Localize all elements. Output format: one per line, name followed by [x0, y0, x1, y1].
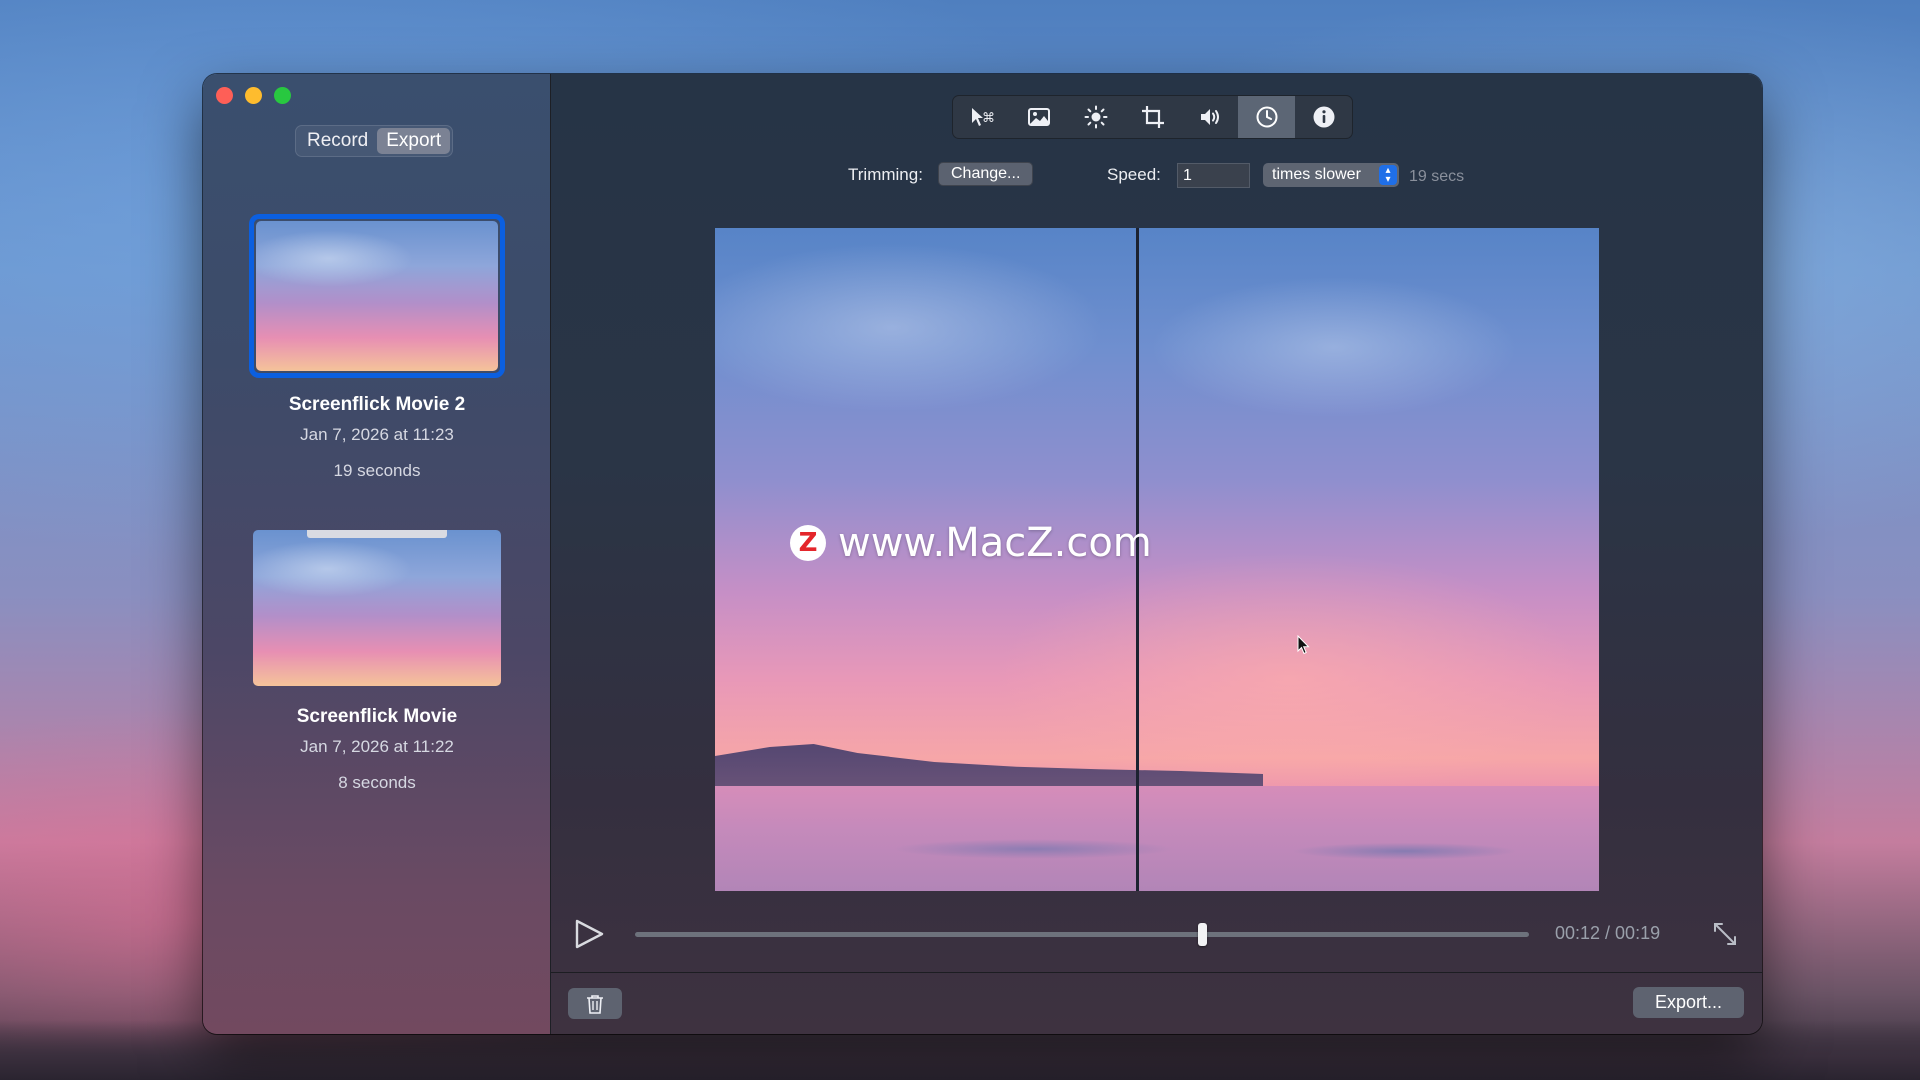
effects-toolbar: ⌘ — [952, 95, 1353, 139]
record-tab[interactable]: Record — [298, 128, 377, 154]
volume-icon[interactable] — [1181, 96, 1238, 138]
trash-icon — [587, 994, 603, 1014]
svg-text:⌘: ⌘ — [982, 111, 994, 126]
play-icon[interactable] — [573, 918, 605, 950]
editor-pane: ⌘ Trimming: Change... Speed: 1 times slo… — [551, 74, 1762, 1034]
watermark-logo: Z — [790, 525, 826, 561]
watermark: Z www.MacZ.com — [790, 520, 1152, 566]
watermark-text: www.MacZ.com — [838, 520, 1152, 566]
movie-duration: 8 seconds — [338, 773, 416, 792]
speed-label: Speed: — [1107, 165, 1161, 184]
scrubber-handle[interactable] — [1197, 923, 1207, 946]
movie-thumbnail-frame[interactable] — [249, 526, 505, 690]
movie-thumbnail — [256, 221, 498, 371]
close-window-button[interactable] — [216, 87, 233, 104]
zoom-window-button[interactable] — [274, 87, 291, 104]
speed-mode-value: times slower — [1272, 166, 1361, 183]
movie-thumbnail-frame[interactable] — [249, 214, 505, 378]
keyboard-clicks-icon[interactable]: ⌘ — [953, 96, 1010, 138]
image-icon[interactable] — [1010, 96, 1067, 138]
playback-bar: 00:12 / 00:19 — [551, 914, 1762, 954]
crop-icon[interactable] — [1124, 96, 1181, 138]
bottom-bar: Export... — [551, 972, 1762, 1034]
app-window: Record Export Screenflick Movie 2 Jan 7,… — [203, 74, 1762, 1034]
preview-hills — [715, 744, 1264, 792]
minimize-window-button[interactable] — [245, 87, 262, 104]
timecode: 00:12 / 00:19 — [1555, 923, 1661, 943]
brightness-icon[interactable] — [1067, 96, 1124, 138]
speed-input[interactable] — [1177, 163, 1250, 188]
movie-date: Jan 7, 2026 at 11:23 — [300, 425, 454, 444]
speed-options-row: Trimming: Change... Speed: times slower … — [551, 160, 1762, 190]
clock-icon[interactable] — [1238, 96, 1295, 138]
movie-duration: 19 seconds — [333, 461, 421, 480]
chevron-updown-icon: ▴ ▾ — [1379, 165, 1397, 185]
export-button[interactable]: Export... — [1632, 987, 1744, 1018]
movie-item-1[interactable]: Screenflick Movie 2 Jan 7, 2026 at 11:23… — [203, 214, 551, 481]
window-controls — [216, 87, 291, 104]
change-trimming-button[interactable]: Change... — [938, 162, 1034, 186]
mode-segmented-control: Record Export — [295, 125, 454, 157]
export-tab[interactable]: Export — [377, 128, 451, 154]
trimming-label: Trimming: — [848, 165, 923, 184]
mouse-cursor-icon — [1297, 635, 1310, 655]
info-icon[interactable] — [1295, 96, 1352, 138]
movie-date: Jan 7, 2026 at 11:22 — [300, 737, 454, 756]
result-duration: 19 secs — [1409, 168, 1465, 185]
movie-title: Screenflick Movie — [296, 706, 458, 727]
sidebar: Record Export Screenflick Movie 2 Jan 7,… — [203, 74, 551, 1034]
movie-thumbnail — [253, 530, 501, 686]
video-preview[interactable]: Z www.MacZ.com — [715, 228, 1599, 891]
thumbnail-toolbar-preview — [307, 530, 447, 538]
movie-item-2[interactable]: Screenflick Movie Jan 7, 2026 at 11:22 8… — [203, 526, 551, 793]
delete-movie-button[interactable] — [568, 988, 622, 1019]
fullscreen-icon[interactable] — [1711, 920, 1739, 948]
speed-mode-select[interactable]: times slower ▴ ▾ — [1263, 163, 1399, 187]
playback-scrubber[interactable] — [635, 923, 1529, 946]
preview-sea — [715, 786, 1599, 891]
movie-title: Screenflick Movie 2 — [288, 394, 466, 415]
